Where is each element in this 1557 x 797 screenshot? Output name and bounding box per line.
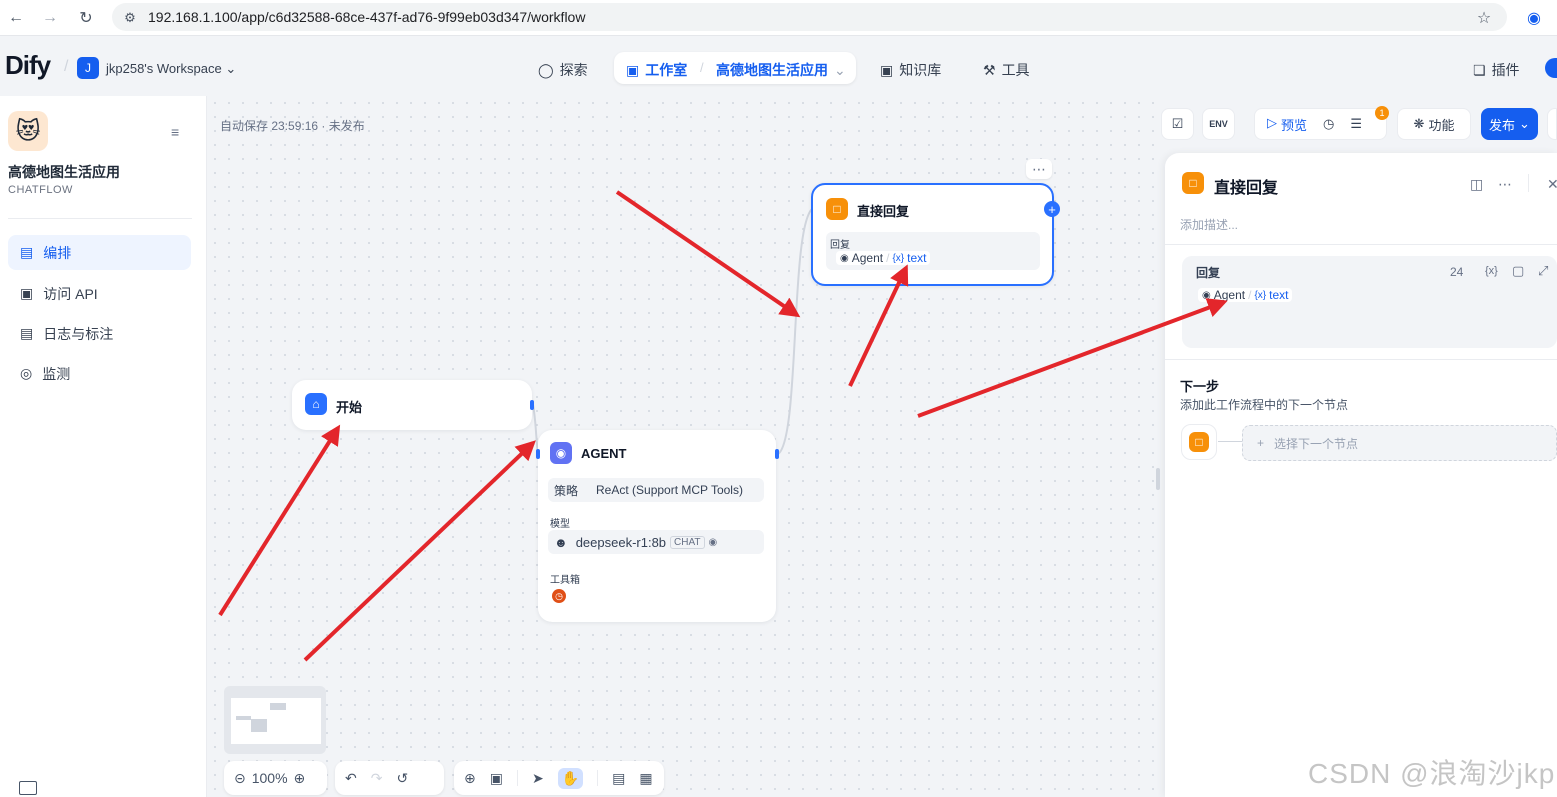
annotation-arrows: [218, 190, 1228, 662]
red-arrow: [303, 440, 536, 662]
red-arrow: [218, 424, 341, 617]
red-arrow: [917, 298, 1228, 418]
red-arrow: [615, 190, 801, 318]
csdn-watermark: CSDN @浪淘沙jkp: [1308, 758, 1556, 789]
red-arrow: [848, 264, 909, 387]
